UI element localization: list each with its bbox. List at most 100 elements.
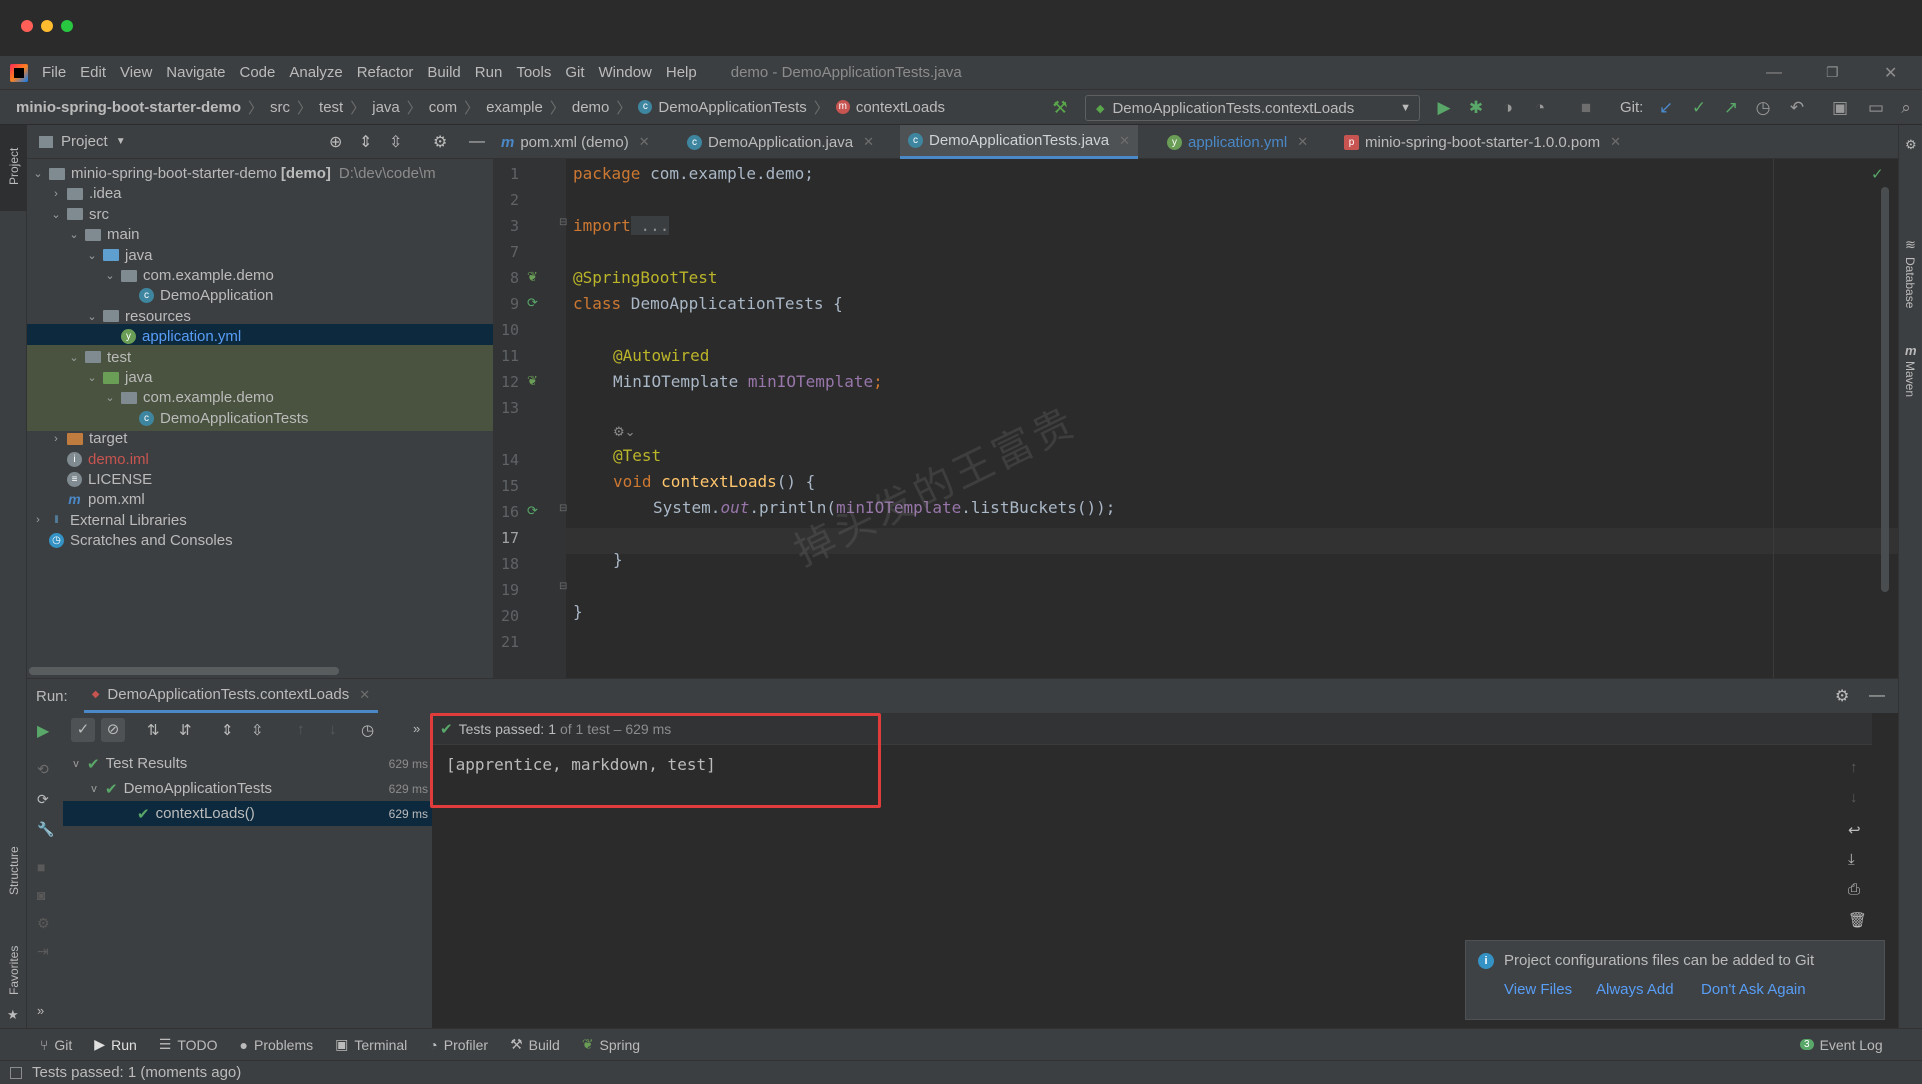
breadcrumb-com[interactable]: com (429, 99, 457, 116)
chevron-down-icon[interactable]: ▼ (116, 136, 126, 147)
test-class-row[interactable]: v ✔ DemoApplicationTests 629 ms (63, 776, 432, 801)
breadcrumb-method[interactable]: contextLoads (856, 99, 945, 116)
menu-code[interactable]: Code (239, 64, 275, 81)
menu-git[interactable]: Git (565, 64, 584, 81)
menu-tools[interactable]: Tools (516, 64, 551, 81)
menu-edit[interactable]: Edit (80, 64, 106, 81)
hide-panel-icon[interactable]: — (469, 133, 485, 151)
terminal-tool-button[interactable]: ▣ Terminal (335, 1036, 407, 1053)
up-icon[interactable]: ↑ (1850, 759, 1858, 776)
soft-wrap-icon[interactable]: ↩ (1848, 821, 1861, 839)
project-tool-button[interactable]: Project (0, 125, 27, 211)
build-hammer-icon[interactable]: ⚒ (1050, 98, 1070, 118)
chevron-down-icon[interactable]: ⌄ (31, 167, 45, 180)
breadcrumb-example[interactable]: example (486, 99, 543, 116)
tab-starter-pom[interactable]: p minio-spring-boot-starter-1.0.0.pom ✕ (1336, 125, 1629, 159)
rollback-icon[interactable]: ↶ (1787, 98, 1807, 118)
minimize-window-button[interactable] (41, 20, 53, 32)
menu-file[interactable]: File (42, 64, 66, 81)
search-icon[interactable]: ⌕ (1896, 98, 1916, 118)
camera-icon[interactable]: ◙ (37, 887, 45, 903)
panel-toggle-icon[interactable] (10, 1066, 22, 1079)
close-tab-icon[interactable]: ✕ (863, 134, 874, 150)
todo-tool-button[interactable]: ☰ TODO (159, 1036, 218, 1053)
test-method-row[interactable]: ✔ contextLoads() 629 ms (63, 801, 432, 826)
run-icon[interactable]: ▶ (1434, 98, 1454, 118)
breadcrumb-class[interactable]: DemoApplicationTests (658, 99, 806, 116)
problems-tool-button[interactable]: ● Problems (240, 1037, 314, 1053)
restore-icon[interactable]: ❐ (1826, 64, 1839, 81)
print-icon[interactable]: ⎙ (1848, 881, 1860, 898)
run-tool-button[interactable]: ▶ Run (94, 1036, 136, 1053)
favorites-side-label[interactable]: Favorites (7, 946, 21, 995)
dont-ask-again-link[interactable]: Don't Ask Again (1701, 981, 1806, 998)
tab-demo-application[interactable]: c DemoApplication.java ✕ (679, 125, 882, 159)
sort-alpha-icon[interactable]: ⇅ (147, 721, 160, 739)
rerun-icon[interactable]: ▶ (37, 721, 49, 741)
breadcrumb-demo[interactable]: demo (572, 99, 610, 116)
show-passed-toggle[interactable]: ✓ (71, 718, 95, 742)
chevron-right-icon[interactable]: › (49, 188, 63, 200)
horizontal-scrollbar[interactable] (29, 667, 339, 675)
menu-run[interactable]: Run (475, 64, 503, 81)
tree-item[interactable]: ◷ Scratches and Consoles (27, 528, 493, 553)
history-icon[interactable]: ◷ (1753, 98, 1773, 118)
toggle-auto-test-icon[interactable]: ⟳ (37, 791, 49, 808)
settings-icon[interactable]: ⚙ (37, 915, 50, 932)
chevron-down-icon[interactable]: ⌄ (85, 310, 99, 323)
locate-icon[interactable]: ⊕ (329, 132, 342, 152)
collapse-all-icon[interactable]: ⇳ (251, 721, 264, 739)
spring-tool-button[interactable]: ❦ Spring (582, 1036, 640, 1053)
inspection-ok-icon[interactable]: ✓ (1871, 165, 1884, 183)
tab-demo-application-tests[interactable]: c DemoApplicationTests.java ✕ (900, 125, 1138, 159)
chevron-down-icon[interactable]: ⌄ (85, 371, 99, 384)
chevron-down-icon[interactable]: ⌄ (85, 249, 99, 262)
more-icon[interactable]: » (413, 721, 420, 736)
git-tool-button[interactable]: ⑂ Git (40, 1037, 72, 1053)
profiler-tool-button[interactable]: ◔ Profiler (429, 1037, 488, 1053)
close-icon[interactable]: ✕ (1884, 63, 1897, 83)
git-update-icon[interactable]: ↙ (1656, 98, 1676, 118)
run-tab[interactable]: ◆ DemoApplicationTests.contextLoads ✕ (83, 679, 379, 713)
maven-side-label[interactable]: Maven (1903, 361, 1917, 397)
minimize-icon[interactable]: — (1766, 64, 1782, 82)
close-tab-icon[interactable]: ✕ (639, 134, 650, 150)
structure-side-label[interactable]: Structure (7, 846, 21, 895)
zoom-window-button[interactable] (61, 20, 73, 32)
breadcrumb-java[interactable]: java (372, 99, 400, 116)
show-ignored-toggle[interactable]: ⊘ (101, 718, 125, 742)
menu-analyze[interactable]: Analyze (289, 64, 342, 81)
tab-pom-xml[interactable]: m pom.xml (demo) ✕ (493, 125, 658, 159)
vertical-scrollbar[interactable] (1881, 187, 1889, 592)
menu-navigate[interactable]: Navigate (166, 64, 225, 81)
chevron-right-icon[interactable]: › (49, 433, 63, 445)
rerun-failed-icon[interactable]: ⟲ (37, 761, 49, 778)
inlay-hint-icon[interactable]: ⚙⌄ (613, 424, 636, 440)
profile-icon[interactable]: ◔ (1530, 98, 1550, 118)
translate-icon[interactable]: ⚙ (1905, 137, 1917, 153)
exit-icon[interactable]: ⇥ (37, 943, 49, 960)
chevron-down-icon[interactable]: ⌄ (49, 208, 63, 221)
chevron-down-icon[interactable]: ⌄ (103, 269, 117, 282)
hide-panel-icon[interactable]: — (1869, 687, 1885, 705)
code-area[interactable]: package com.example.demo; import ... @Sp… (493, 159, 1898, 678)
project-panel-title[interactable]: Project (61, 133, 108, 150)
view-files-link[interactable]: View Files (1504, 981, 1572, 998)
trash-icon[interactable]: 🗑 (1848, 911, 1867, 929)
close-tab-icon[interactable]: ✕ (359, 687, 370, 703)
expand-all-icon[interactable]: ⇕ (221, 721, 234, 739)
sort-duration-icon[interactable]: ⇵ (179, 721, 192, 739)
tab-application-yml[interactable]: y application.yml ✕ (1159, 125, 1316, 159)
project-structure-icon[interactable]: ▣ (1830, 98, 1850, 118)
down-icon[interactable]: ↓ (1850, 789, 1858, 806)
close-tab-icon[interactable]: ✕ (1119, 133, 1130, 149)
run-config-select[interactable]: ◆ DemoApplicationTests.contextLoads ▼ (1085, 95, 1420, 121)
debug-icon[interactable]: ✱ (1466, 98, 1486, 118)
more-icon[interactable]: » (37, 1003, 44, 1018)
menu-window[interactable]: Window (599, 64, 652, 81)
menu-refactor[interactable]: Refactor (357, 64, 414, 81)
always-add-link[interactable]: Always Add (1596, 981, 1674, 998)
close-window-button[interactable] (21, 20, 33, 32)
close-tab-icon[interactable]: ✕ (1297, 134, 1308, 150)
close-tab-icon[interactable]: ✕ (1610, 134, 1621, 150)
